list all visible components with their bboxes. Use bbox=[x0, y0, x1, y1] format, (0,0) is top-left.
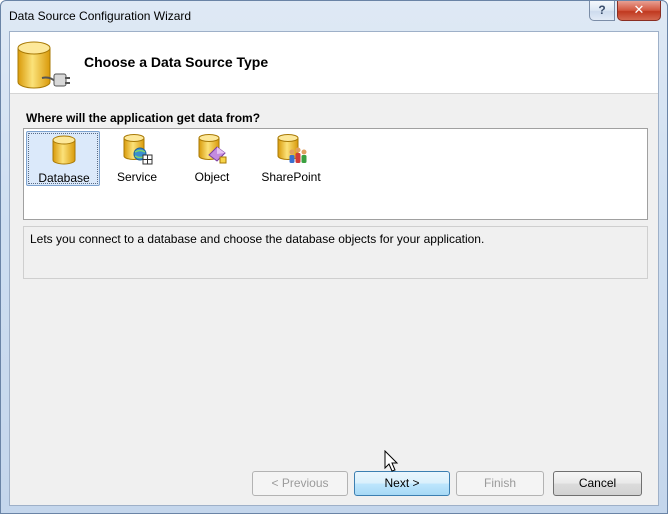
database-plug-icon bbox=[17, 41, 70, 89]
cancel-button[interactable]: Cancel bbox=[553, 471, 642, 496]
object-icon bbox=[198, 134, 227, 164]
type-label-sharepoint: SharePoint bbox=[261, 170, 321, 184]
finish-button[interactable]: Finish bbox=[456, 471, 544, 496]
description-text: Lets you connect to a database and choos… bbox=[30, 232, 485, 246]
source-prompt-label: Where will the application get data from… bbox=[26, 111, 261, 125]
sharepoint-icon bbox=[277, 134, 307, 163]
help-button[interactable]: ? bbox=[589, 1, 615, 21]
wizard-window: Data Source Configuration Wizard ? ✕ Cho… bbox=[0, 0, 668, 514]
mouse-cursor-icon bbox=[384, 450, 399, 472]
type-label-service: Service bbox=[116, 170, 157, 184]
description-box: Lets you connect to a database and choos… bbox=[23, 226, 648, 279]
window-title: Data Source Configuration Wizard bbox=[9, 9, 192, 23]
wizard-client-area: Choose a Data Source Type Where will the… bbox=[9, 31, 659, 506]
type-label-database: Database bbox=[38, 171, 90, 185]
data-source-type-list[interactable]: Database Service Object SharePoint bbox=[23, 128, 648, 220]
close-button[interactable]: ✕ bbox=[617, 1, 661, 21]
type-item-service[interactable]: Service bbox=[100, 131, 174, 186]
page-title: Choose a Data Source Type bbox=[84, 54, 269, 70]
service-icon bbox=[123, 134, 153, 165]
type-item-object[interactable]: Object bbox=[175, 131, 249, 186]
type-item-sharepoint[interactable]: SharePoint bbox=[254, 131, 328, 186]
previous-button[interactable]: < Previous bbox=[252, 471, 348, 496]
type-label-object: Object bbox=[194, 170, 230, 184]
wizard-header: Choose a Data Source Type bbox=[10, 32, 658, 94]
database-icon bbox=[52, 135, 76, 165]
title-bar[interactable]: Data Source Configuration Wizard ? ✕ bbox=[1, 1, 667, 31]
type-item-database[interactable]: Database bbox=[26, 131, 100, 186]
next-button[interactable]: Next > bbox=[354, 471, 450, 496]
